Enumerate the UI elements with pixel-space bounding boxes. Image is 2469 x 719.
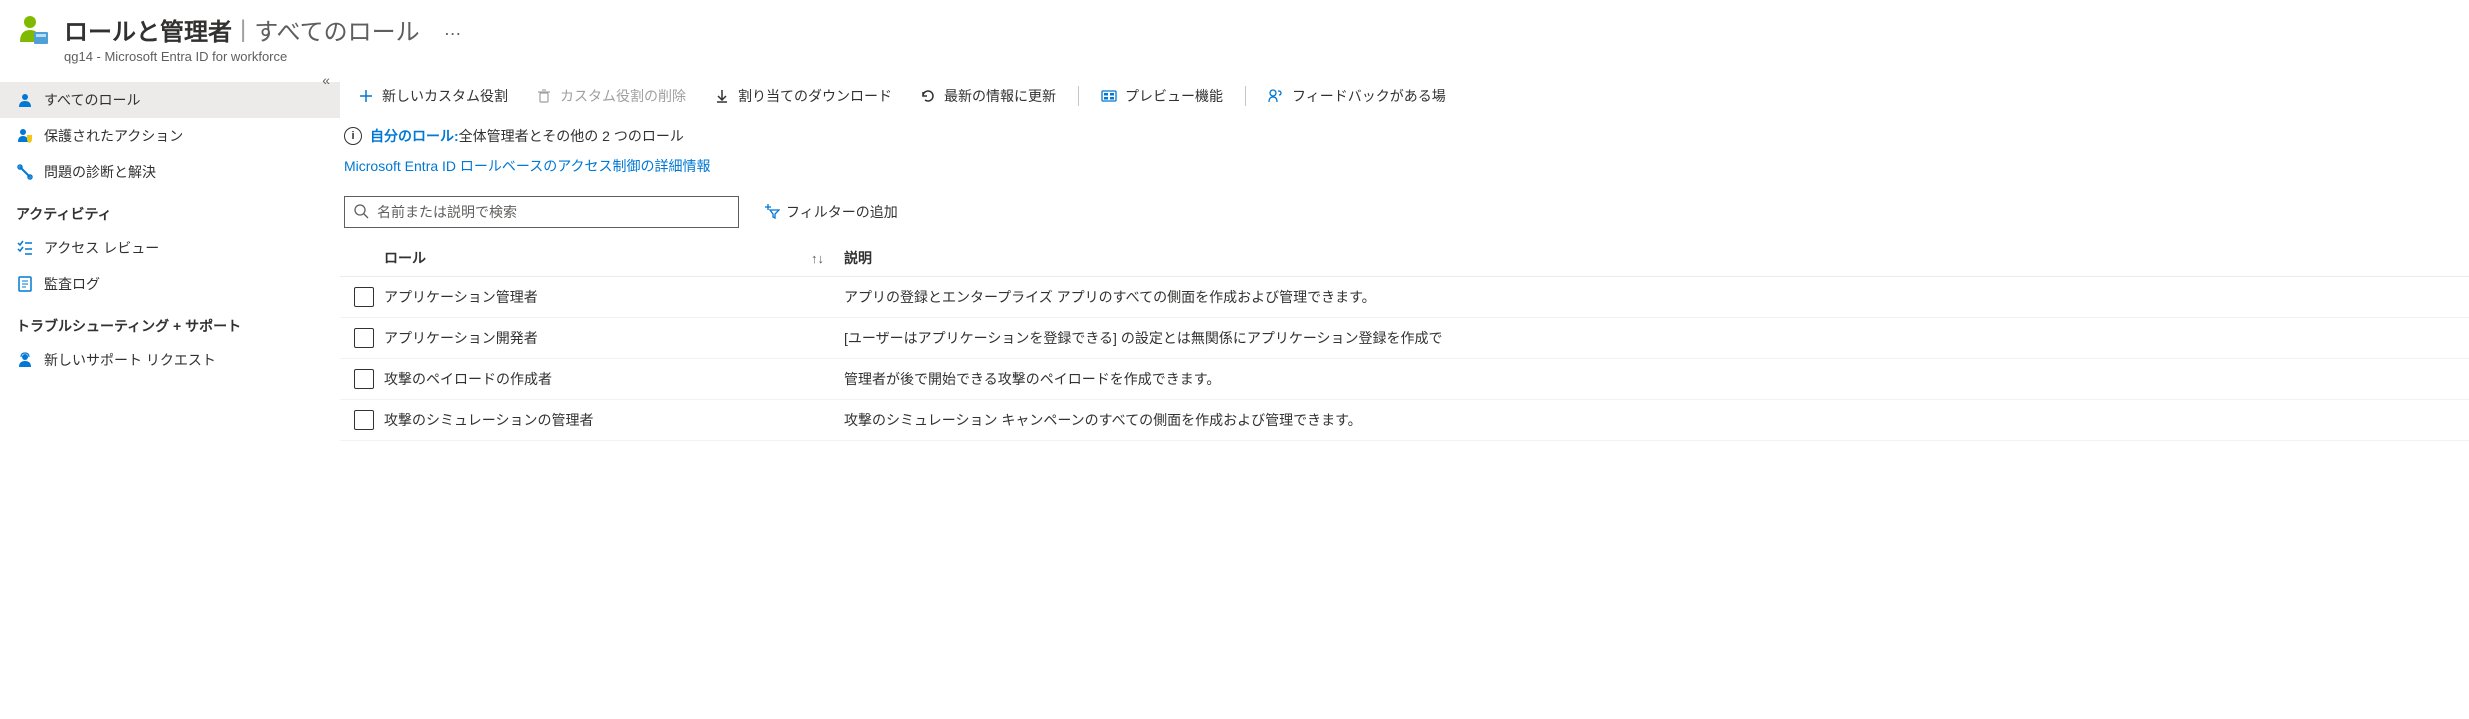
role-description: 管理者が後で開始できる攻撃のペイロードを作成できます。: [844, 369, 2465, 389]
feedback-person-icon: [1268, 88, 1284, 104]
search-input[interactable]: [377, 204, 730, 220]
table-row[interactable]: アプリケーション開発者 [ユーザーはアプリケーションを登録できる] の設定とは無…: [340, 318, 2469, 359]
sidebar-item-new-support[interactable]: 新しいサポート リクエスト: [0, 342, 340, 378]
your-role-text: 全体管理者とその他の 2 つのロール: [459, 128, 684, 144]
delete-custom-role-button: カスタム役割の削除: [522, 80, 700, 112]
wrench-icon: [16, 163, 34, 181]
sidebar-item-label: すべてのロール: [44, 90, 140, 110]
sort-icon[interactable]: ↑↓: [811, 251, 824, 266]
role-link[interactable]: 攻撃のペイロードの作成者: [384, 369, 844, 389]
row-checkbox[interactable]: [354, 328, 374, 348]
person-shield-icon: [16, 127, 34, 145]
page-subtitle: すべてのロール: [254, 12, 419, 47]
download-icon: [714, 88, 730, 104]
sidebar-item-protected-actions[interactable]: 保護されたアクション: [0, 118, 340, 154]
sidebar-item-label: 保護されたアクション: [44, 126, 183, 146]
table-row[interactable]: 攻撃のシミュレーションの管理者 攻撃のシミュレーション キャンペーンのすべての側…: [340, 400, 2469, 441]
sidebar-item-access-review[interactable]: アクセス レビュー: [0, 230, 340, 266]
new-custom-role-button[interactable]: 新しいカスタム役割: [344, 80, 522, 112]
log-icon: [16, 275, 34, 293]
sidebar-section-activity: アクティビティ: [0, 190, 340, 230]
button-label: 新しいカスタム役割: [382, 86, 508, 106]
role-link[interactable]: アプリケーション管理者: [384, 287, 844, 307]
role-link[interactable]: アプリケーション開発者: [384, 328, 844, 348]
info-icon: i: [344, 127, 362, 145]
feedback-button[interactable]: フィードバックがある場: [1254, 80, 1460, 112]
sidebar-item-label: 新しいサポート リクエスト: [44, 350, 216, 370]
role-description: アプリの登録とエンタープライズ アプリのすべての側面を作成および管理できます。: [844, 287, 2465, 307]
toolbar-separator: [1078, 86, 1079, 106]
sidebar-item-audit-log[interactable]: 監査ログ: [0, 266, 340, 302]
add-filter-button[interactable]: フィルターの追加: [749, 197, 913, 227]
toolbar-separator: [1245, 86, 1246, 106]
rbac-docs-link[interactable]: Microsoft Entra ID ロールベースのアクセス制御の詳細情報: [340, 152, 2469, 192]
plus-icon: [358, 88, 374, 104]
button-label: 最新の情報に更新: [944, 86, 1056, 106]
tenant-subtitle: qg14 - Microsoft Entra ID for workforce: [64, 49, 464, 64]
search-box[interactable]: [344, 196, 739, 228]
row-checkbox[interactable]: [354, 410, 374, 430]
button-label: プレビュー機能: [1125, 86, 1223, 106]
refresh-icon: [920, 88, 936, 104]
sidebar-section-troubleshoot: トラブルシューティング + サポート: [0, 302, 340, 342]
button-label: フィードバックがある場: [1292, 86, 1446, 106]
button-label: フィルターの追加: [786, 202, 898, 222]
search-icon: [353, 203, 369, 222]
collapse-sidebar-icon[interactable]: «: [322, 72, 330, 88]
row-checkbox[interactable]: [354, 369, 374, 389]
sidebar-item-diagnose[interactable]: 問題の診断と解決: [0, 154, 340, 190]
your-role-link[interactable]: 自分のロール:: [370, 128, 459, 144]
roles-admin-icon: [16, 12, 52, 48]
role-link[interactable]: 攻撃のシミュレーションの管理者: [384, 410, 844, 430]
page-title: ロールと管理者: [64, 12, 232, 47]
trash-icon: [536, 88, 552, 104]
button-label: カスタム役割の削除: [560, 86, 686, 106]
button-label: 割り当てのダウンロード: [738, 86, 892, 106]
checklist-icon: [16, 239, 34, 257]
column-header-role[interactable]: ロール: [384, 248, 426, 268]
more-menu-icon[interactable]: …: [444, 19, 464, 40]
support-person-icon: [16, 351, 34, 369]
preview-icon: [1101, 88, 1117, 104]
title-separator: |: [240, 16, 246, 44]
table-row[interactable]: アプリケーション管理者 アプリの登録とエンタープライズ アプリのすべての側面を作…: [340, 277, 2469, 318]
refresh-button[interactable]: 最新の情報に更新: [906, 80, 1070, 112]
column-header-desc[interactable]: 説明: [844, 248, 2465, 268]
sidebar-item-label: アクセス レビュー: [44, 238, 159, 258]
roles-table: ロール ↑↓ 説明 アプリケーション管理者 アプリの登録とエンタープライズ アプ…: [340, 240, 2469, 441]
sidebar-item-label: 問題の診断と解決: [44, 162, 156, 182]
role-description: 攻撃のシミュレーション キャンペーンのすべての側面を作成および管理できます。: [844, 410, 2465, 430]
table-row[interactable]: 攻撃のペイロードの作成者 管理者が後で開始できる攻撃のペイロードを作成できます。: [340, 359, 2469, 400]
add-filter-icon: [764, 203, 780, 222]
role-description: [ユーザーはアプリケーションを登録できる] の設定とは無関係にアプリケーション登…: [844, 328, 2465, 348]
sidebar-item-all-roles[interactable]: すべてのロール: [0, 82, 340, 118]
preview-features-button[interactable]: プレビュー機能: [1087, 80, 1237, 112]
sidebar: « すべてのロール 保護されたアクション 問題の診断と解決 アクティビティ アク: [0, 72, 340, 441]
your-role-infobar: i 自分のロール:全体管理者とその他の 2 つのロール: [340, 120, 2469, 152]
person-icon: [16, 91, 34, 109]
command-bar: 新しいカスタム役割 カスタム役割の削除 割り当てのダウンロード 最新の情報に更新: [340, 72, 2469, 120]
download-assignments-button[interactable]: 割り当てのダウンロード: [700, 80, 906, 112]
sidebar-item-label: 監査ログ: [44, 274, 100, 294]
row-checkbox[interactable]: [354, 287, 374, 307]
